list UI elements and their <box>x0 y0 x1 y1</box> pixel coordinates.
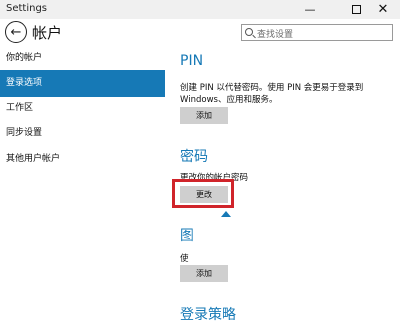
sidebar-item-your-account[interactable]: 你的帐户 <box>0 45 165 72</box>
close-button[interactable]: ✕ <box>366 0 400 19</box>
pin-heading: PIN <box>180 53 204 69</box>
title-bar: Settings — ✕ <box>0 0 400 19</box>
close-icon: ✕ <box>377 2 389 17</box>
picture-password-description: 使 <box>180 254 189 264</box>
sidebar-item-sign-in-options[interactable]: 登录选项 <box>0 70 165 97</box>
search-placeholder: 查找设置 <box>257 30 294 40</box>
pin-description: 创建 PIN 以代替密码。使用 PIN 会更易于登录到 Windows、应用和服… <box>180 83 364 105</box>
maximize-icon <box>351 5 361 14</box>
search-input[interactable]: 查找设置 <box>241 24 393 41</box>
tooltip-fade-overlay <box>192 225 312 247</box>
minimize-button[interactable]: — <box>292 0 328 19</box>
minimize-icon: — <box>304 3 316 16</box>
sidebar-item-sync-settings[interactable]: 同步设置 <box>0 120 165 147</box>
page-title: 帐户 <box>32 24 63 42</box>
window-title: Settings <box>6 3 48 14</box>
login-policy-heading: 登录策略 <box>180 307 236 323</box>
pin-add-button[interactable]: 添加 <box>180 107 228 124</box>
back-arrow-icon: ← <box>10 24 22 40</box>
sidebar-item-other-users[interactable]: 其他用户帐户 <box>0 146 165 173</box>
back-button[interactable]: ← <box>5 21 27 43</box>
sidebar-item-workplace[interactable]: 工作区 <box>0 95 165 122</box>
search-icon <box>245 28 253 36</box>
picture-password-add-button[interactable]: 添加 <box>180 265 228 282</box>
tooltip-pointer <box>221 211 231 217</box>
password-heading: 密码 <box>180 149 208 165</box>
highlight-box <box>172 179 234 208</box>
